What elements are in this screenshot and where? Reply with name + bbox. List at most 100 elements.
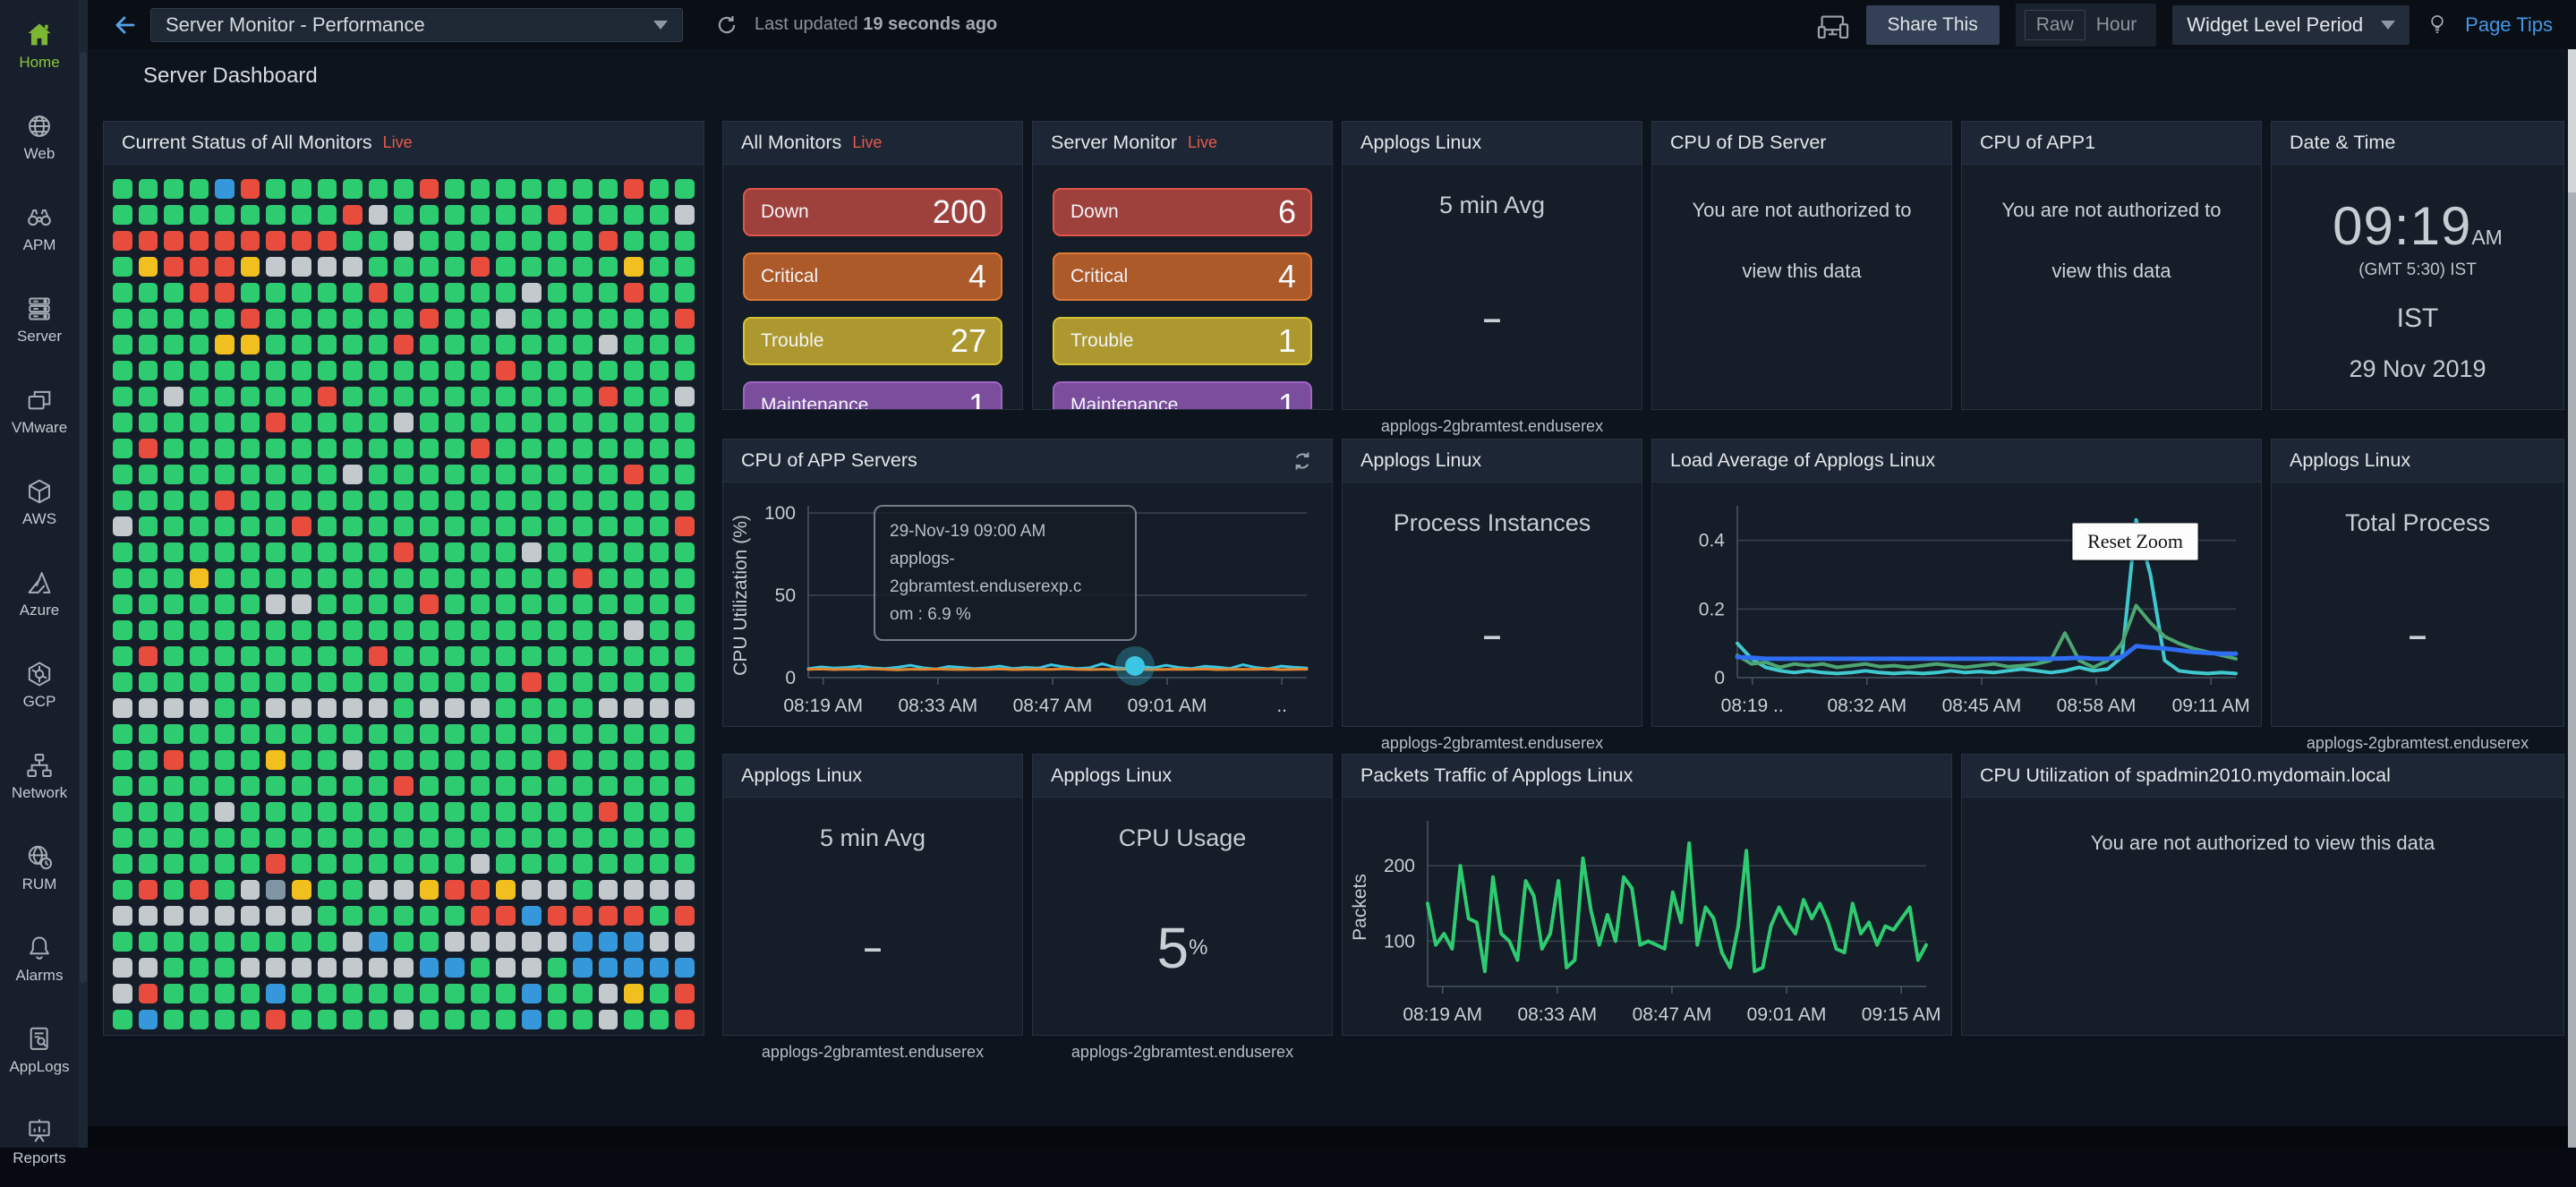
- monitor-status-cell[interactable]: [369, 646, 388, 666]
- chart-point-marker[interactable]: [1115, 646, 1155, 686]
- monitor-status-cell[interactable]: [241, 231, 260, 251]
- monitor-status-cell[interactable]: [522, 179, 542, 199]
- monitor-status-cell[interactable]: [420, 906, 439, 926]
- monitor-status-cell[interactable]: [266, 750, 286, 770]
- monitor-status-cell[interactable]: [624, 828, 644, 848]
- monitor-status-cell[interactable]: [343, 932, 363, 952]
- monitor-status-cell[interactable]: [420, 620, 439, 640]
- monitor-status-cell[interactable]: [420, 283, 439, 303]
- monitor-status-cell[interactable]: [190, 465, 209, 484]
- monitor-status-cell[interactable]: [471, 439, 490, 458]
- monitor-status-cell[interactable]: [522, 413, 542, 432]
- monitor-status-cell[interactable]: [343, 906, 363, 926]
- monitor-status-cell[interactable]: [318, 620, 337, 640]
- monitor-status-cell[interactable]: [650, 257, 670, 277]
- monitor-status-cell[interactable]: [675, 517, 695, 536]
- monitor-status-cell[interactable]: [215, 205, 235, 225]
- monitor-status-cell[interactable]: [164, 283, 183, 303]
- monitor-status-cell[interactable]: [599, 828, 618, 848]
- monitor-status-cell[interactable]: [522, 361, 542, 380]
- monitor-status-cell[interactable]: [139, 776, 158, 796]
- monitor-status-cell[interactable]: [394, 854, 414, 874]
- monitor-status-cell[interactable]: [675, 465, 695, 484]
- monitor-status-cell[interactable]: [113, 309, 132, 329]
- monitor-status-cell[interactable]: [113, 283, 132, 303]
- monitor-status-cell[interactable]: [343, 620, 363, 640]
- monitor-status-cell[interactable]: [343, 984, 363, 1003]
- monitor-status-cell[interactable]: [139, 620, 158, 640]
- monitor-status-cell[interactable]: [599, 620, 618, 640]
- monitor-status-cell[interactable]: [266, 828, 286, 848]
- monitor-status-cell[interactable]: [471, 542, 490, 562]
- share-this-button[interactable]: Share This: [1866, 5, 2000, 45]
- monitor-status-cell[interactable]: [471, 387, 490, 406]
- monitor-status-cell[interactable]: [164, 1010, 183, 1029]
- monitor-status-cell[interactable]: [215, 413, 235, 432]
- monitor-status-cell[interactable]: [394, 542, 414, 562]
- monitor-status-cell[interactable]: [369, 231, 388, 251]
- monitor-status-cell[interactable]: [471, 776, 490, 796]
- monitor-status-cell[interactable]: [624, 802, 644, 822]
- monitor-status-cell[interactable]: [445, 698, 465, 718]
- monitor-status-cell[interactable]: [241, 439, 260, 458]
- monitor-status-cell[interactable]: [164, 750, 183, 770]
- monitor-status-cell[interactable]: [624, 309, 644, 329]
- monitor-status-cell[interactable]: [599, 439, 618, 458]
- monitor-status-cell[interactable]: [215, 542, 235, 562]
- monitor-status-cell[interactable]: [548, 179, 567, 199]
- vertical-scrollbar[interactable]: [2568, 49, 2576, 1148]
- monitor-status-cell[interactable]: [215, 620, 235, 640]
- monitor-status-cell[interactable]: [369, 179, 388, 199]
- monitor-status-cell[interactable]: [164, 335, 183, 354]
- monitor-status-cell[interactable]: [624, 724, 644, 744]
- monitor-status-cell[interactable]: [599, 413, 618, 432]
- monitor-status-cell[interactable]: [624, 205, 644, 225]
- monitor-status-cell[interactable]: [471, 750, 490, 770]
- monitor-status-cell[interactable]: [496, 594, 516, 614]
- reset-zoom-button[interactable]: Reset Zoom: [2072, 523, 2198, 560]
- monitor-status-cell[interactable]: [343, 361, 363, 380]
- monitor-status-cell[interactable]: [573, 854, 593, 874]
- monitor-status-cell[interactable]: [394, 413, 414, 432]
- scrollbar-thumb[interactable]: [2568, 49, 2576, 192]
- monitor-status-cell[interactable]: [445, 309, 465, 329]
- monitor-status-cell[interactable]: [190, 906, 209, 926]
- monitor-status-cell[interactable]: [675, 672, 695, 692]
- monitor-status-cell[interactable]: [624, 984, 644, 1003]
- monitor-status-cell[interactable]: [369, 984, 388, 1003]
- monitor-status-cell[interactable]: [369, 568, 388, 588]
- monitor-status-cell[interactable]: [522, 231, 542, 251]
- monitor-status-cell[interactable]: [624, 932, 644, 952]
- monitor-status-cell[interactable]: [215, 439, 235, 458]
- monitor-status-cell[interactable]: [266, 594, 286, 614]
- monitor-status-cell[interactable]: [139, 646, 158, 666]
- monitor-status-cell[interactable]: [573, 906, 593, 926]
- monitor-status-cell[interactable]: [522, 958, 542, 978]
- monitor-status-cell[interactable]: [445, 906, 465, 926]
- monitor-status-cell[interactable]: [266, 1010, 286, 1029]
- monitor-status-cell[interactable]: [343, 672, 363, 692]
- monitor-status-cell[interactable]: [420, 724, 439, 744]
- monitor-status-cell[interactable]: [675, 205, 695, 225]
- monitor-status-cell[interactable]: [164, 724, 183, 744]
- monitor-status-cell[interactable]: [522, 542, 542, 562]
- monitor-status-cell[interactable]: [650, 880, 670, 900]
- monitor-status-cell[interactable]: [573, 387, 593, 406]
- monitor-status-cell[interactable]: [496, 283, 516, 303]
- monitor-status-cell[interactable]: [241, 854, 260, 874]
- monitor-status-cell[interactable]: [650, 439, 670, 458]
- monitor-status-cell[interactable]: [471, 880, 490, 900]
- monitor-status-cell[interactable]: [496, 465, 516, 484]
- monitor-status-cell[interactable]: [573, 646, 593, 666]
- sidebar-item-gcp[interactable]: GCP: [0, 639, 79, 730]
- monitor-status-cell[interactable]: [343, 594, 363, 614]
- monitor-status-cell[interactable]: [650, 568, 670, 588]
- monitor-status-cell[interactable]: [675, 750, 695, 770]
- sync-icon[interactable]: [1291, 449, 1314, 473]
- monitor-status-cell[interactable]: [471, 828, 490, 848]
- monitor-status-cell[interactable]: [573, 932, 593, 952]
- monitor-status-cell[interactable]: [624, 335, 644, 354]
- monitor-status-cell[interactable]: [496, 179, 516, 199]
- monitor-status-cell[interactable]: [139, 205, 158, 225]
- monitor-status-cell[interactable]: [573, 1010, 593, 1029]
